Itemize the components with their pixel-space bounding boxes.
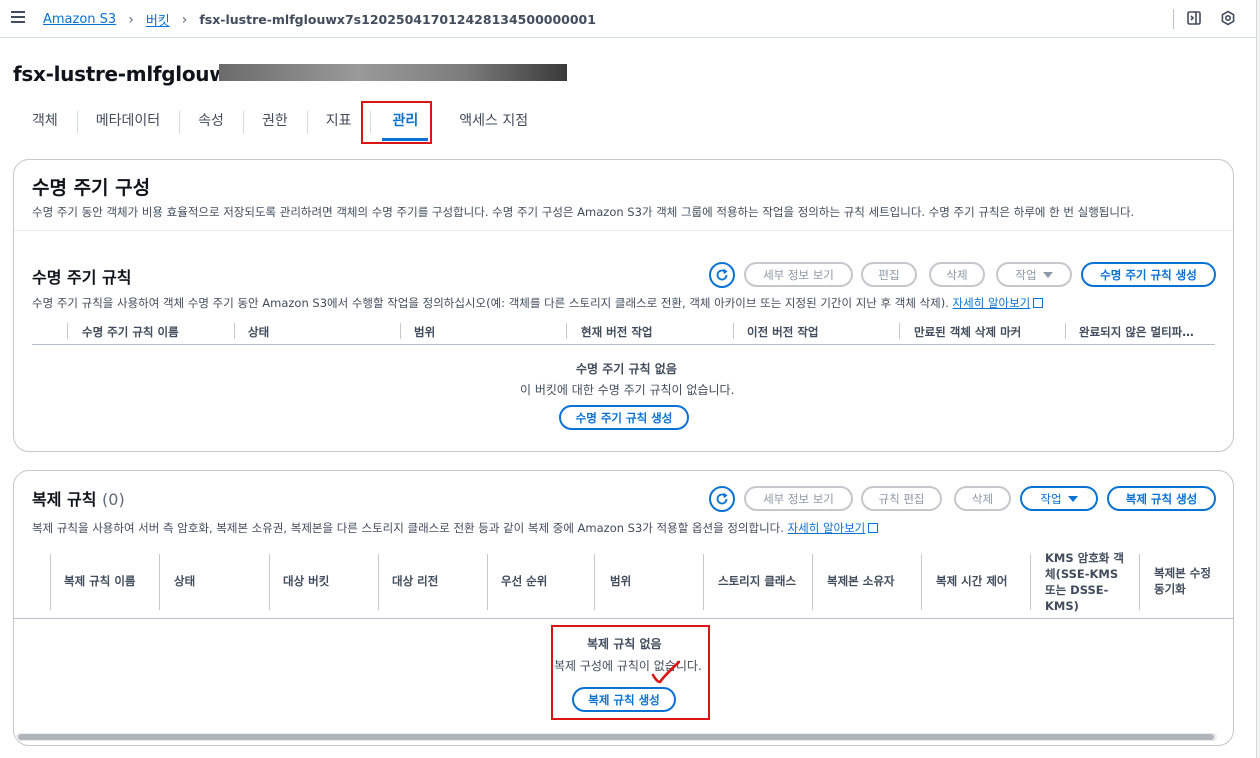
edit-button[interactable]: 편집 [861,262,917,287]
column-replica-modification-sync[interactable]: 복제본 수정 동기화 [1154,565,1214,597]
column-divider [234,323,235,339]
column-divider [733,323,734,339]
delete-button[interactable]: 삭제 [954,486,1011,511]
view-details-button[interactable]: 세부 정보 보기 [744,486,853,511]
scrollbar-thumb[interactable] [18,734,1214,740]
view-details-button[interactable]: 세부 정보 보기 [744,262,853,287]
column-divider [921,554,922,610]
tab-metadata[interactable]: 메타데이터 [76,101,179,141]
column-scope[interactable]: 범위 [610,573,631,589]
divider [14,230,1233,231]
breadcrumb-buckets[interactable]: 버킷 [146,10,170,29]
column-divider [269,554,270,610]
column-expired-delete-markers[interactable]: 만료된 객체 삭제 마커 [914,324,1021,340]
column-divider [378,554,379,610]
actions-dropdown[interactable]: 작업 [996,262,1072,287]
tab-access-points[interactable]: 액세스 지점 [440,101,547,141]
create-replication-rule-button[interactable]: 복제 규칙 생성 [1107,486,1216,511]
refresh-button[interactable] [709,262,735,288]
lifecycle-config-title: 수명 주기 구성 [32,177,151,199]
column-rule-name[interactable]: 수명 주기 규칙 이름 [82,324,179,340]
column-divider [703,554,704,610]
lifecycle-rules-description: 수명 주기 규칙을 사용하여 객체 수명 주기 동안 Amazon S3에서 수… [32,295,1044,311]
column-replica-owner[interactable]: 복제본 소유자 [827,573,894,589]
edit-rule-button[interactable]: 규칙 편집 [861,486,942,511]
highlight-box [551,625,710,720]
column-divider [594,554,595,610]
column-divider [400,323,401,339]
actions-dropdown[interactable]: 작업 [1020,486,1098,511]
column-storage-class[interactable]: 스토리지 클래스 [718,573,796,589]
lifecycle-rules-title: 수명 주기 규칙 [32,268,132,287]
column-destination-bucket[interactable]: 대상 버킷 [283,573,329,589]
table-header-divider [32,344,1215,345]
replication-count: (0) [102,490,125,509]
lifecycle-config-description: 수명 주기 동안 객체가 비용 효율적으로 저장되도록 관리하려면 객체의 수명… [32,205,1135,219]
external-link-icon [1033,298,1044,308]
checkmark-icon [651,660,681,684]
create-lifecycle-rule-empty-button[interactable]: 수명 주기 규칙 생성 [559,405,689,430]
redacted-area [219,64,567,81]
column-destination-region[interactable]: 대상 리전 [392,573,438,589]
highlight-box [361,101,432,144]
top-bar: Amazon S3 › 버킷 › fsx-lustre-mlfglouwx7s1… [0,0,1260,38]
column-previous-version-actions[interactable]: 이전 버전 작업 [747,324,819,340]
column-divider [1030,554,1031,610]
column-divider [67,323,68,339]
settings-icon[interactable] [1220,10,1236,26]
column-incomplete-multipart[interactable]: 완료되지 않은 멀티파… [1079,324,1194,340]
replication-rules-description-text: 복제 규칙을 사용하여 서버 측 암호화, 복제본 소유권, 복제본을 다른 스… [32,521,784,535]
lifecycle-rules-description-text: 수명 주기 규칙을 사용하여 객체 수명 주기 동안 Amazon S3에서 수… [32,296,949,310]
column-priority[interactable]: 우선 순위 [501,573,547,589]
table-header-divider [14,618,1233,619]
refresh-icon [716,268,728,281]
refresh-icon [716,492,728,505]
tab-permissions[interactable]: 권한 [242,101,307,141]
chevron-right-icon: › [181,11,188,28]
scrollbar-vertical[interactable] [1256,0,1260,758]
column-divider [1139,554,1140,610]
actions-label: 작업 [1015,267,1037,282]
chevron-right-icon: › [128,11,134,28]
column-kms-encrypted-objects[interactable]: KMS 암호화 객체(SSE-KMS 또는 DSSE-KMS) [1045,550,1130,614]
caret-down-icon [1042,271,1053,278]
empty-state-description: 이 버킷에 대한 수명 주기 규칙이 없습니다. [520,383,735,397]
lifecycle-panel: 수명 주기 구성 수명 주기 동안 객체가 비용 효율적으로 저장되도록 관리하… [13,159,1234,452]
column-replication-time-control[interactable]: 복제 시간 제어 [936,573,1008,589]
replication-rules-title: 복제 규칙 (0) [32,486,125,510]
column-divider [812,554,813,610]
column-divider [159,554,160,610]
tab-bar: 객체 메타데이터 속성 권한 지표 관리 액세스 지점 [13,101,547,141]
replication-rules-description: 복제 규칙을 사용하여 서버 측 암호화, 복제본 소유권, 복제본을 다른 스… [32,520,879,536]
page-title: fsx-lustre-mlfglouwx7 [13,62,254,86]
tab-objects[interactable]: 객체 [13,101,77,141]
refresh-button[interactable] [709,486,735,512]
menu-icon[interactable] [11,11,25,23]
column-status[interactable]: 상태 [248,324,269,340]
column-status[interactable]: 상태 [174,573,195,589]
divider [1173,9,1174,29]
breadcrumb-current: fsx-lustre-mlfglouwx7s120250417012428134… [199,12,596,27]
column-divider [1065,323,1066,339]
column-scope[interactable]: 범위 [414,324,435,340]
replication-title-text: 복제 규칙 [32,490,97,509]
column-divider [566,323,567,339]
empty-state-title: 수명 주기 규칙 없음 [576,362,677,376]
learn-more-link[interactable]: 자세히 알아보기 [788,521,866,535]
breadcrumb-amazon-s3[interactable]: Amazon S3 [43,12,116,27]
learn-more-link[interactable]: 자세히 알아보기 [953,296,1031,310]
external-link-icon [868,523,879,533]
actions-label: 작업 [1040,491,1062,506]
create-lifecycle-rule-button[interactable]: 수명 주기 규칙 생성 [1081,262,1216,287]
column-rule-name[interactable]: 복제 규칙 이름 [64,573,136,589]
delete-button[interactable]: 삭제 [929,262,985,287]
column-divider [50,554,51,610]
column-divider [487,554,488,610]
panel-toggle-icon[interactable] [1186,10,1202,26]
column-divider [899,323,900,339]
column-current-version-actions[interactable]: 현재 버전 작업 [581,324,653,340]
breadcrumb: Amazon S3 › 버킷 › fsx-lustre-mlfglouwx7s1… [43,10,596,30]
tab-properties[interactable]: 속성 [179,101,243,141]
caret-down-icon [1067,495,1078,502]
